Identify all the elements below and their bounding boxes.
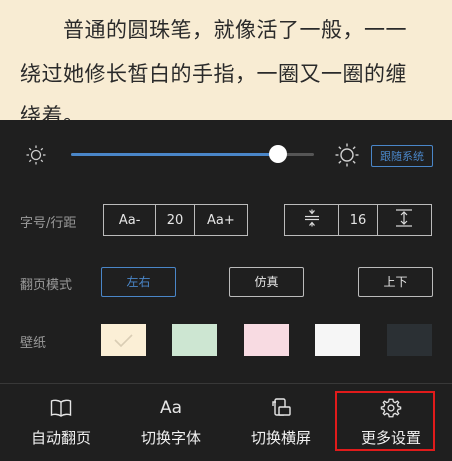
- reader-page[interactable]: 普通的圆珠笔，就像活了一般，一一 绕过她修长皙白的手指，一圈又一圈的缠 绕着。: [0, 0, 452, 120]
- font-size-increase-button[interactable]: Aa+: [193, 205, 247, 235]
- line-spacing-increase-button[interactable]: [376, 205, 431, 235]
- font-size-label: 字号/行距: [20, 216, 77, 231]
- brightness-low-icon: [25, 144, 47, 170]
- reader-text-line: 普通的圆珠笔，就像活了一般，一一: [20, 18, 407, 42]
- switch-landscape-label: 切换横屏: [250, 429, 311, 447]
- line-spacing-value: 16: [338, 205, 376, 235]
- page-mode-label: 翻页模式: [20, 278, 73, 293]
- auto-page-turn-button[interactable]: 自动翻页: [6, 390, 116, 452]
- font-size-decrease-button[interactable]: Aa-: [104, 205, 155, 235]
- wallpaper-swatch-white[interactable]: [315, 324, 360, 356]
- panel-divider: [0, 383, 452, 384]
- wallpaper-swatch-cream[interactable]: [101, 324, 146, 356]
- brightness-high-icon: [334, 142, 360, 172]
- wallpaper-label: 壁纸: [20, 336, 47, 351]
- page-mode-simulation-button[interactable]: 仿真: [229, 267, 304, 297]
- switch-font-label: 切换字体: [140, 429, 201, 447]
- expand-lines-icon: [394, 208, 414, 232]
- font-size-value: 20: [155, 205, 193, 235]
- page-mode-left-right-button[interactable]: 左右: [101, 267, 176, 297]
- line-spacing-stepper: 16: [284, 204, 432, 236]
- settings-panel: 跟随系统 字号/行距 Aa- 20 Aa+ 16 翻页模式 左右 仿真 上下 壁…: [0, 120, 452, 461]
- brightness-slider-handle[interactable]: [268, 145, 287, 163]
- brightness-slider-fill: [71, 153, 278, 156]
- switch-landscape-button[interactable]: 切换横屏: [226, 390, 336, 452]
- check-icon: [114, 334, 133, 348]
- rotate-screen-icon: [226, 396, 336, 420]
- wallpaper-swatch-dark[interactable]: [387, 324, 432, 356]
- brightness-slider[interactable]: [71, 145, 314, 163]
- wallpaper-swatch-pink[interactable]: [244, 324, 289, 356]
- page-mode-up-down-button[interactable]: 上下: [358, 267, 433, 297]
- font-size-stepper: Aa- 20 Aa+: [103, 204, 248, 236]
- font-aa-icon: Aa: [159, 398, 183, 418]
- reader-text-line: 绕着。: [20, 104, 85, 120]
- reader-text-line: 绕过她修长皙白的手指，一圈又一圈的缠: [20, 62, 407, 86]
- auto-page-turn-label: 自动翻页: [30, 429, 91, 447]
- follow-system-button[interactable]: 跟随系统: [371, 145, 433, 167]
- switch-font-button[interactable]: Aa 切换字体: [116, 390, 226, 452]
- line-spacing-decrease-button[interactable]: [285, 205, 338, 235]
- compress-lines-icon: [303, 209, 321, 231]
- wallpaper-swatch-green[interactable]: [172, 324, 217, 356]
- highlight-box: [335, 391, 435, 451]
- book-open-icon: [6, 396, 116, 420]
